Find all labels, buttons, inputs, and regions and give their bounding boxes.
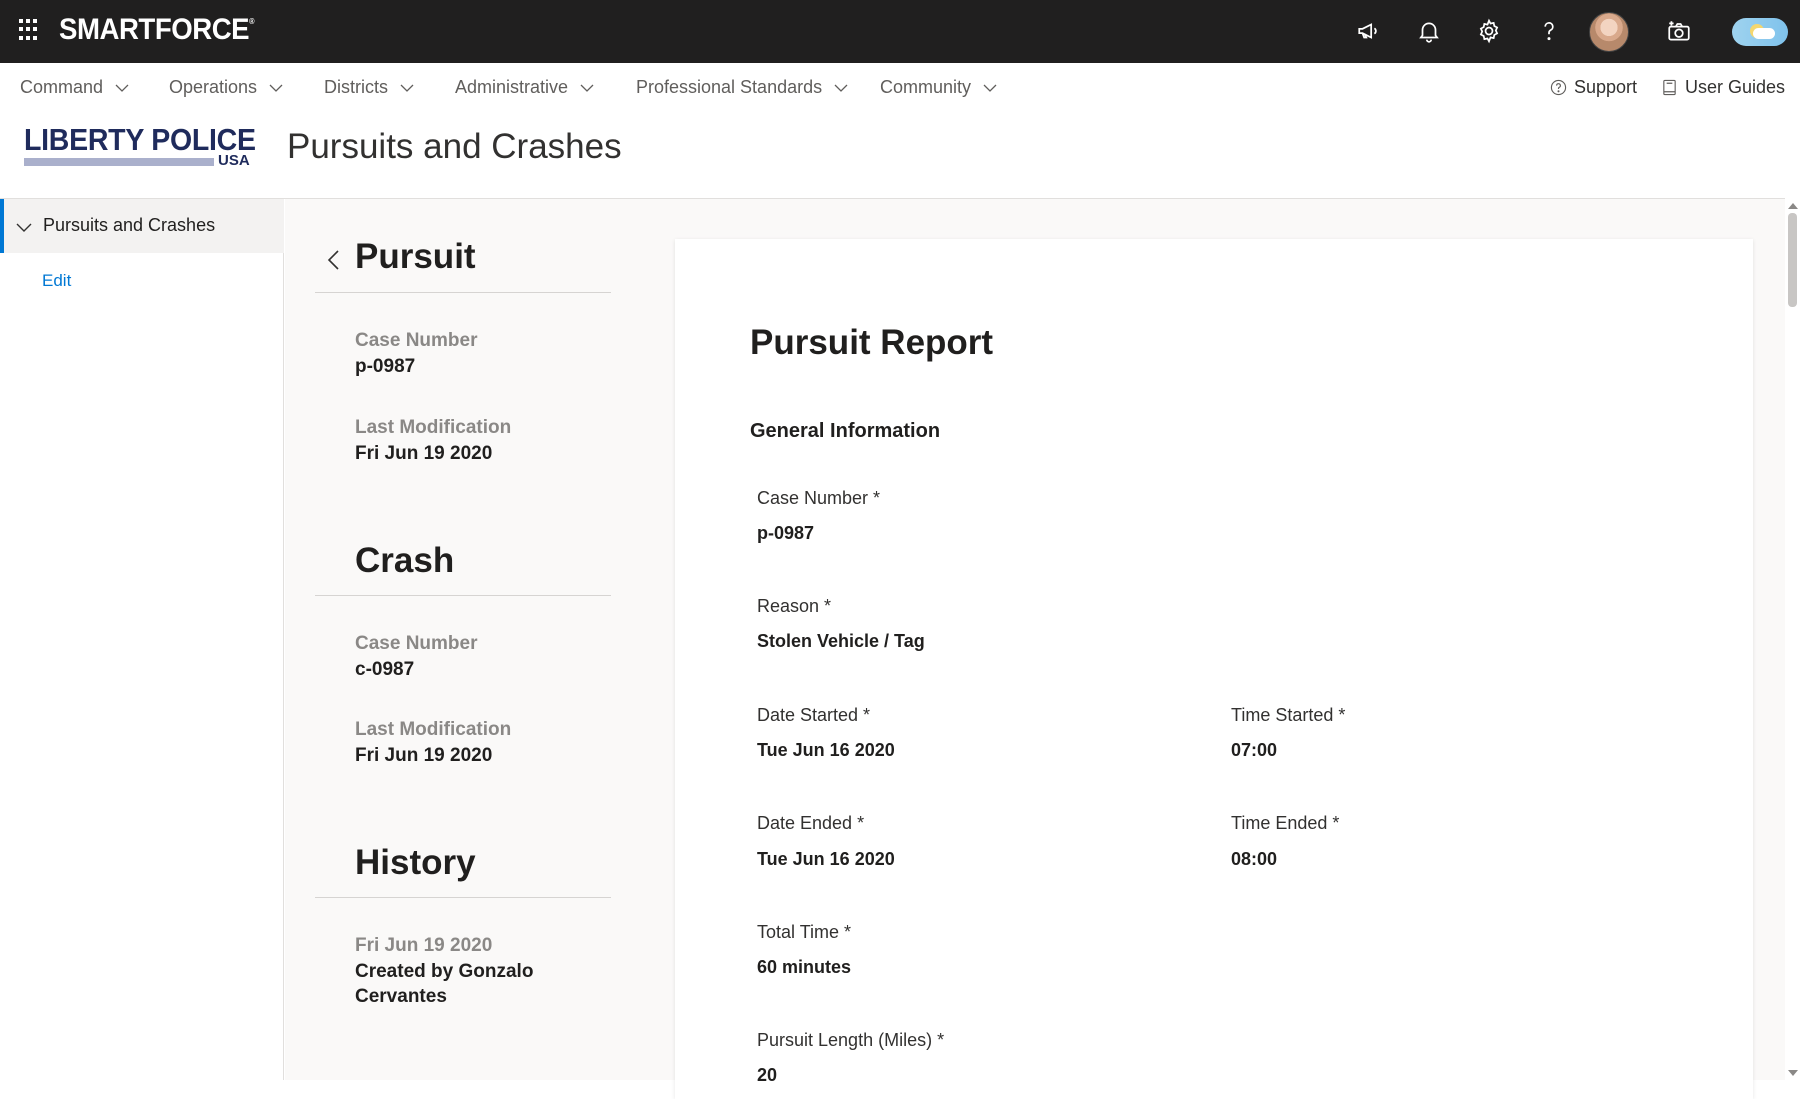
pursuit-mod-value: Fri Jun 19 2020: [355, 443, 493, 464]
theme-toggle[interactable]: [1732, 18, 1788, 46]
time-started-value: 07:00: [1231, 740, 1278, 760]
crash-mod-value: Fri Jun 19 2020: [355, 745, 493, 766]
book-icon: [1663, 79, 1676, 96]
divider: [315, 897, 611, 898]
chevron-down-icon: [580, 84, 594, 92]
divider: [315, 595, 611, 596]
avatar[interactable]: [1589, 12, 1629, 52]
camera-add-icon[interactable]: [1662, 14, 1696, 48]
nav-item-community[interactable]: Community: [880, 77, 997, 98]
nav-item-command[interactable]: Command: [20, 77, 129, 98]
liberty-police-logo[interactable]: LIBERTY POLICE USA: [24, 122, 256, 172]
chevron-down-icon: [983, 84, 997, 92]
case-number-label: Case Number *: [757, 488, 881, 508]
date-ended-label: Date Ended *: [757, 813, 865, 833]
date-started-label: Date Started *: [757, 705, 871, 725]
crash-mod-label: Last Modification: [355, 719, 512, 740]
history-entry-line2: Cervantes: [355, 986, 447, 1007]
pursuit-length-value: 20: [757, 1065, 778, 1085]
logo-subtext: USA: [218, 152, 250, 169]
chevron-down-icon: [834, 84, 848, 92]
nav-item-professional-standards[interactable]: Professional Standards: [636, 77, 848, 98]
reason-label: Reason *: [757, 596, 832, 616]
chevron-down-icon: [115, 84, 129, 92]
cloud-icon: [1753, 28, 1775, 39]
divider: [315, 292, 611, 293]
nav-item-operations[interactable]: Operations: [169, 77, 283, 98]
scroll-thumb[interactable]: [1788, 213, 1797, 307]
pursuit-title: Pursuit: [355, 237, 476, 276]
pursuit-length-label: Pursuit Length (Miles) *: [757, 1030, 945, 1050]
date-started-value: Tue Jun 16 2020: [757, 740, 895, 760]
crash-case-value: c-0987: [355, 659, 415, 680]
nav-item-administrative[interactable]: Administrative: [455, 77, 594, 98]
scrollbar[interactable]: [1785, 199, 1800, 1080]
history-date: Fri Jun 19 2020: [355, 935, 493, 956]
nav-bar: Command Operations Districts Administrat…: [0, 63, 1800, 113]
support-link[interactable]: Support: [1550, 77, 1637, 98]
total-time-value: 60 minutes: [757, 957, 852, 977]
report-title: Pursuit Report: [750, 323, 994, 362]
pursuit-mod-label: Last Modification: [355, 417, 512, 438]
logo-bar: [24, 158, 214, 166]
pursuit-case-value: p-0987: [355, 356, 416, 377]
crash-case-label: Case Number: [355, 633, 478, 654]
sidebar-item-label: Pursuits and Crashes: [43, 215, 216, 235]
waffle-icon[interactable]: [19, 19, 41, 41]
general-information-heading: General Information: [750, 420, 941, 442]
back-chevron-icon[interactable]: [325, 249, 343, 271]
case-number-value: p-0987: [757, 523, 815, 543]
time-started-label: Time Started *: [1231, 705, 1346, 725]
sidebar-item-edit[interactable]: Edit: [42, 271, 71, 291]
megaphone-icon[interactable]: [1352, 14, 1386, 48]
brand-logo[interactable]: SMARTFORCE®: [59, 13, 255, 47]
nav-item-districts[interactable]: Districts: [324, 77, 414, 98]
pursuit-case-label: Case Number: [355, 330, 478, 351]
main-content: Pursuit Case Number p-0987 Last Modifica…: [285, 199, 1785, 1099]
scroll-up-arrow-icon[interactable]: [1788, 203, 1798, 209]
sidebar-item-pursuits-and-crashes[interactable]: Pursuits and Crashes: [0, 199, 284, 253]
sidebar: Pursuits and Crashes Edit: [0, 199, 284, 1080]
gear-icon[interactable]: [1472, 14, 1506, 48]
chevron-down-icon: [16, 223, 32, 232]
scroll-down-arrow-icon[interactable]: [1788, 1070, 1798, 1076]
crash-title: Crash: [355, 541, 455, 580]
total-time-label: Total Time *: [757, 922, 852, 942]
top-bar: SMARTFORCE®: [0, 0, 1800, 63]
pursuit-report-card: Pursuit Report General Information Case …: [675, 239, 1753, 1099]
chevron-down-icon: [269, 84, 283, 92]
user-guides-link[interactable]: User Guides: [1661, 77, 1785, 98]
bell-icon[interactable]: [1412, 14, 1446, 48]
date-ended-value: Tue Jun 16 2020: [757, 849, 895, 869]
history-title: History: [355, 843, 476, 882]
history-entry-line1: Created by Gonzalo: [355, 961, 534, 982]
time-ended-label: Time Ended *: [1231, 813, 1340, 833]
time-ended-value: 08:00: [1231, 849, 1278, 869]
chevron-down-icon: [400, 84, 414, 92]
reason-value: Stolen Vehicle / Tag: [757, 631, 925, 651]
help-icon[interactable]: [1532, 14, 1566, 48]
page-title: Pursuits and Crashes: [287, 127, 622, 166]
help-circle-icon: [1550, 79, 1567, 96]
